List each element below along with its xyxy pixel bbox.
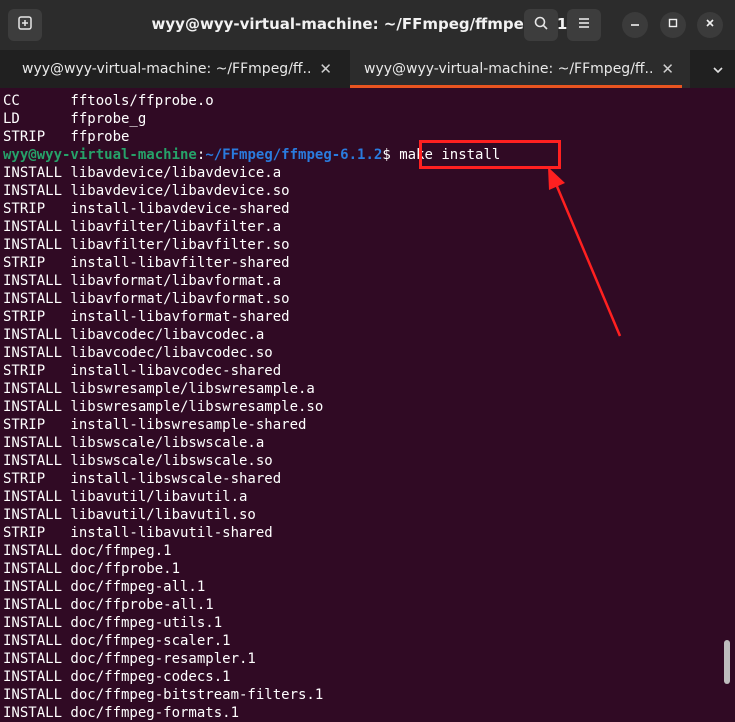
scrollbar-thumb[interactable]: [724, 640, 730, 684]
annotation-arrow-icon: [548, 167, 622, 337]
